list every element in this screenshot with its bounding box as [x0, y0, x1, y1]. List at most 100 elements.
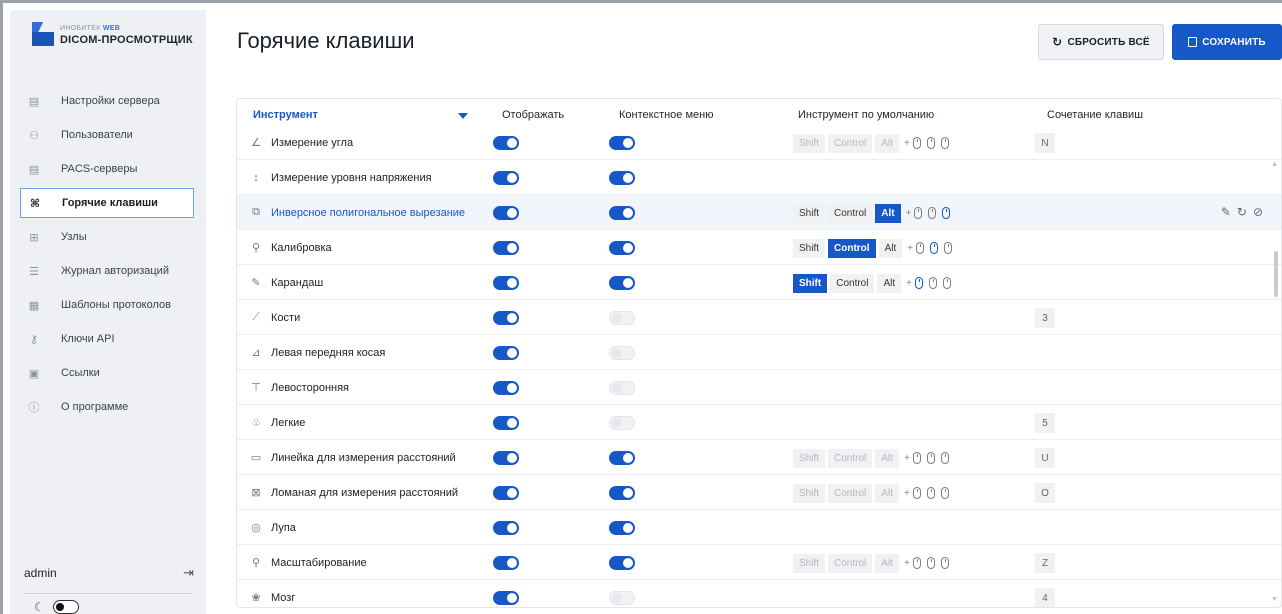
- save-button[interactable]: СОХРАНИТЬ: [1172, 24, 1282, 60]
- context-menu-toggle[interactable]: [609, 136, 635, 150]
- display-toggle[interactable]: [493, 276, 519, 290]
- modifier-alt-button[interactable]: Alt: [875, 133, 899, 153]
- sidebar-item-users[interactable]: ⚇ Пользователи: [10, 118, 206, 152]
- sidebar-item-hotkeys[interactable]: ⌘ Горячие клавиши: [20, 188, 194, 218]
- hotkey-badge[interactable]: 3: [1035, 308, 1055, 328]
- hotkey-badge[interactable]: 5: [1035, 413, 1055, 433]
- sidebar-item-link[interactable]: ▣ Ссылки: [10, 356, 206, 390]
- table-row[interactable]: ↕ Измерение уровня напряжения: [237, 160, 1281, 195]
- hotkey-badge[interactable]: O: [1035, 483, 1055, 503]
- display-toggle[interactable]: [493, 241, 519, 255]
- hotkey-badge[interactable]: N: [1035, 133, 1055, 153]
- sidebar-item-template[interactable]: ▦ Шаблоны протоколов: [10, 288, 206, 322]
- context-menu-toggle[interactable]: [609, 486, 635, 500]
- context-menu-toggle[interactable]: [609, 206, 635, 220]
- modifier-control-button[interactable]: Control: [830, 273, 875, 293]
- sidebar-item-nodes[interactable]: ⊞ Узлы: [10, 220, 206, 254]
- hotkey-badge[interactable]: Z: [1035, 553, 1055, 573]
- logout-icon[interactable]: ⇥: [183, 565, 194, 581]
- table-row[interactable]: ⊿ Левая передняя косая: [237, 335, 1281, 370]
- modifier-alt-button[interactable]: Alt: [878, 238, 903, 258]
- context-menu-toggle[interactable]: [609, 521, 635, 535]
- scrollbar[interactable]: ▲ ▼: [1271, 127, 1281, 607]
- context-menu-toggle[interactable]: [609, 416, 635, 430]
- modifier-control-button[interactable]: Control: [828, 238, 876, 258]
- display-toggle[interactable]: [493, 451, 519, 465]
- modifier-control-button[interactable]: Control: [828, 553, 873, 573]
- modifier-shift-button[interactable]: Shift: [793, 238, 826, 258]
- display-toggle[interactable]: [493, 486, 519, 500]
- display-toggle[interactable]: [493, 206, 519, 220]
- modifier-alt-button[interactable]: Alt: [875, 483, 899, 503]
- scrollbar-thumb[interactable]: [1274, 251, 1278, 297]
- mouse-right-button-icon[interactable]: [942, 277, 951, 289]
- sidebar-item-pacs-server[interactable]: ▤ PACS-серверы: [10, 152, 206, 186]
- sort-arrow-icon[interactable]: [458, 113, 468, 119]
- context-menu-toggle[interactable]: [609, 276, 635, 290]
- mouse-left-button-icon[interactable]: [912, 487, 921, 499]
- table-row[interactable]: ◎ Лупа: [237, 510, 1281, 545]
- display-toggle[interactable]: [493, 381, 519, 395]
- table-row[interactable]: ❀ Мозг 4: [237, 580, 1281, 607]
- modifier-control-button[interactable]: Control: [828, 448, 873, 468]
- sidebar-item-info[interactable]: ⓘ О программе: [10, 390, 206, 424]
- table-row[interactable]: ⊠ Ломаная для измерения расстояний Shift Co…: [237, 475, 1281, 510]
- mouse-middle-button-icon[interactable]: [926, 487, 935, 499]
- modifier-control-button[interactable]: Control: [828, 203, 873, 223]
- mouse-left-button-icon[interactable]: [912, 557, 921, 569]
- scroll-down-icon[interactable]: ▼: [1271, 596, 1278, 603]
- mouse-right-button-icon[interactable]: [940, 452, 949, 464]
- context-menu-toggle[interactable]: [609, 381, 635, 395]
- context-menu-toggle[interactable]: [609, 171, 635, 185]
- modifier-shift-button[interactable]: Shift: [793, 133, 826, 153]
- display-toggle[interactable]: [493, 556, 519, 570]
- display-toggle[interactable]: [493, 136, 519, 150]
- modifier-alt-button[interactable]: Alt: [875, 448, 899, 468]
- theme-toggle[interactable]: [52, 600, 79, 614]
- context-menu-toggle[interactable]: [609, 311, 635, 325]
- mouse-left-button-icon[interactable]: [914, 207, 923, 219]
- context-menu-toggle[interactable]: [609, 556, 635, 570]
- mouse-right-button-icon[interactable]: [944, 242, 953, 254]
- mouse-right-button-icon[interactable]: [940, 137, 949, 149]
- mouse-middle-button-icon[interactable]: [926, 452, 935, 464]
- context-menu-toggle[interactable]: [609, 241, 635, 255]
- mouse-middle-button-icon[interactable]: [928, 277, 937, 289]
- display-toggle[interactable]: [493, 346, 519, 360]
- modifier-control-button[interactable]: Control: [828, 133, 873, 153]
- context-menu-toggle[interactable]: [609, 451, 635, 465]
- display-toggle[interactable]: [493, 521, 519, 535]
- context-menu-toggle[interactable]: [609, 346, 635, 360]
- modifier-alt-button[interactable]: Alt: [875, 203, 901, 223]
- mouse-left-button-icon[interactable]: [912, 137, 921, 149]
- hotkey-badge[interactable]: 4: [1035, 588, 1055, 607]
- modifier-shift-button[interactable]: Shift: [793, 483, 826, 503]
- table-row[interactable]: ⊤ Левосторонняя: [237, 370, 1281, 405]
- theme-switcher[interactable]: ☾: [34, 600, 79, 614]
- edit-icon[interactable]: ✎: [1221, 205, 1231, 219]
- mouse-middle-button-icon[interactable]: [926, 137, 935, 149]
- table-row[interactable]: ✎ Карандаш Shift Control Alt +: [237, 265, 1281, 300]
- mouse-right-button-icon[interactable]: [940, 557, 949, 569]
- mouse-left-button-icon[interactable]: [912, 452, 921, 464]
- mouse-right-button-icon[interactable]: [942, 207, 951, 219]
- table-row[interactable]: ⚲ Калибровка Shift Control Alt +: [237, 230, 1281, 265]
- modifier-shift-button[interactable]: Shift: [793, 448, 826, 468]
- hotkey-badge[interactable]: U: [1035, 448, 1055, 468]
- mouse-left-button-icon[interactable]: [914, 277, 923, 289]
- table-row[interactable]: ∠ Измерение угла Shift Control Alt + N: [237, 125, 1281, 160]
- mouse-middle-button-icon[interactable]: [928, 207, 937, 219]
- display-toggle[interactable]: [493, 171, 519, 185]
- sidebar-item-key[interactable]: ⚷ Ключи API: [10, 322, 206, 356]
- table-row[interactable]: ⚲ Масштабирование Shift Control Alt + Z: [237, 545, 1281, 580]
- clear-icon[interactable]: ⊘: [1253, 205, 1263, 219]
- modifier-shift-button[interactable]: Shift: [793, 553, 826, 573]
- table-row[interactable]: ⧉ Инверсное полигональное вырезание Shift C…: [237, 195, 1281, 230]
- modifier-control-button[interactable]: Control: [828, 483, 873, 503]
- modifier-shift-button[interactable]: Shift: [793, 203, 826, 223]
- table-row[interactable]: ▭ Линейка для измерения расстояний Shift Co…: [237, 440, 1281, 475]
- modifier-alt-button[interactable]: Alt: [877, 273, 902, 293]
- column-tool[interactable]: Инструмент: [253, 109, 318, 121]
- reset-all-button[interactable]: ↻ СБРОСИТЬ ВСЁ: [1038, 24, 1164, 60]
- context-menu-toggle[interactable]: [609, 591, 635, 605]
